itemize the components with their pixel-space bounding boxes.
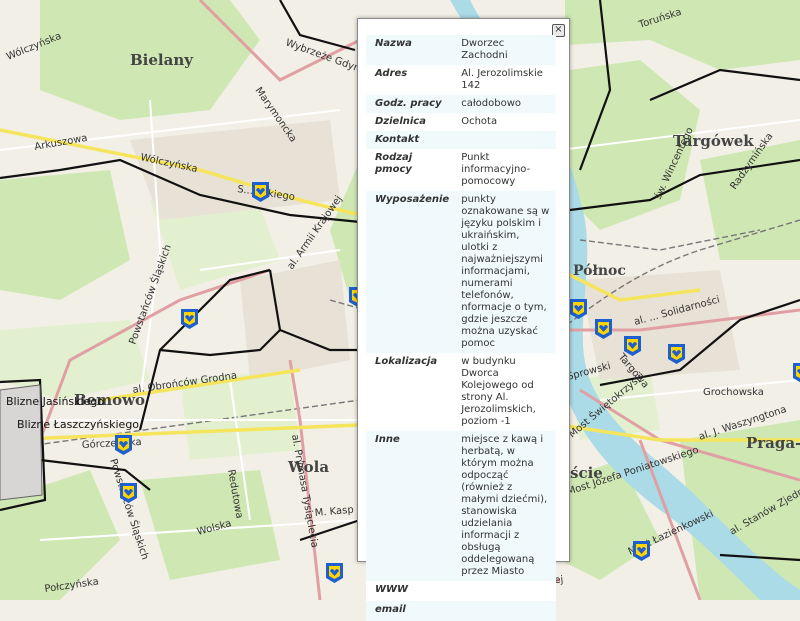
info-value <box>455 601 556 621</box>
label-blizne-jasinskiego: Blizne Jasińskiego <box>6 395 104 408</box>
info-value <box>455 131 556 149</box>
info-row-adres: AdresAl. Jerozolimskie 142 <box>366 65 556 95</box>
label-blizne-laszczynskiego: Blizne Łaszczyńskiego <box>17 418 139 431</box>
label-polnoc: Północ <box>573 263 626 279</box>
info-row-dzielnica: DzielnicaOchota <box>366 113 556 131</box>
help-point-marker[interactable] <box>325 562 344 584</box>
info-key: Wyposażenie <box>366 191 455 353</box>
info-key: email <box>366 601 455 621</box>
info-key: Godz. pracy <box>366 95 455 113</box>
info-value: w budynku Dworca Kolejowego od strony Al… <box>455 353 556 431</box>
info-value: całodobowo <box>455 95 556 113</box>
label-praga: Praga- <box>746 434 800 452</box>
info-table: NazwaDworzec Zachodni AdresAl. Jerozolim… <box>366 35 556 621</box>
help-point-marker[interactable] <box>180 308 199 330</box>
label-wola: Wola <box>287 458 329 476</box>
help-point-marker[interactable] <box>667 343 686 365</box>
help-point-marker[interactable] <box>792 362 800 384</box>
info-row-email: email <box>366 601 556 621</box>
info-row-rodzaj-pomocy: Rodzaj pmocyPunkt informacyjno-pomocowy <box>366 149 556 191</box>
info-value: Ochota <box>455 113 556 131</box>
help-point-marker[interactable] <box>623 335 642 357</box>
info-value: Punkt informacyjno-pomocowy <box>455 149 556 191</box>
info-row-kontakt: Kontakt <box>366 131 556 149</box>
info-value: Al. Jerozolimskie 142 <box>455 65 556 95</box>
help-point-marker[interactable] <box>594 318 613 340</box>
info-key: Adres <box>366 65 455 95</box>
info-key: Inne <box>366 431 455 581</box>
info-row-godziny: Godz. pracycałodobowo <box>366 95 556 113</box>
help-point-marker[interactable] <box>114 434 133 456</box>
info-row-lokalizacja: Lokalizacjaw budynku Dworca Kolejowego o… <box>366 353 556 431</box>
help-point-marker[interactable] <box>251 181 270 203</box>
info-key: Rodzaj pmocy <box>366 149 455 191</box>
info-key: Dzielnica <box>366 113 455 131</box>
info-key: Nazwa <box>366 35 455 65</box>
label-bielany: Bielany <box>130 51 194 69</box>
street-label-grochowska: Grochowska <box>703 387 764 398</box>
info-row-inne: Innemiejsce z kawą i herbatą, w którym m… <box>366 431 556 581</box>
info-key: WWW <box>366 581 455 601</box>
help-point-marker[interactable] <box>632 540 651 562</box>
info-value: Dworzec Zachodni <box>455 35 556 65</box>
info-row-nazwa: NazwaDworzec Zachodni <box>366 35 556 65</box>
help-point-marker[interactable] <box>119 482 138 504</box>
help-point-marker[interactable] <box>569 298 588 320</box>
info-value <box>455 581 556 601</box>
info-row-wyposazenie: Wyposażeniepunkty oznakowane są w języku… <box>366 191 556 353</box>
info-popup: × NazwaDworzec Zachodni AdresAl. Jerozol… <box>357 18 570 562</box>
info-value: miejsce z kawą i herbatą, w którym można… <box>455 431 556 581</box>
info-value: punkty oznakowane są w języku polskim i … <box>455 191 556 353</box>
info-row-www: WWW <box>366 581 556 601</box>
info-key: Kontakt <box>366 131 455 149</box>
info-key: Lokalizacja <box>366 353 455 431</box>
